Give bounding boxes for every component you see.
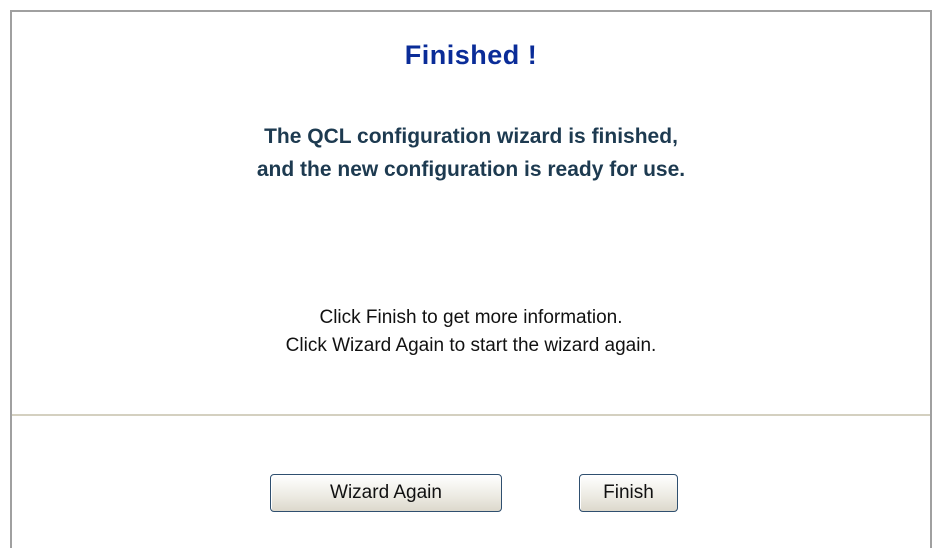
finish-button[interactable]: Finish — [579, 474, 678, 512]
page-title: Finished ! — [404, 40, 538, 70]
completion-message-line-2: and the new configuration is ready for u… — [256, 158, 686, 181]
completion-message-line-1: The QCL configuration wizard is finished… — [264, 125, 678, 148]
divider — [12, 414, 930, 416]
completion-message: The QCL configuration wizard is finished… — [12, 120, 930, 186]
instructions: Click Finish to get more information. Cl… — [12, 304, 930, 360]
instructions-line-2: Click Wizard Again to start the wizard a… — [285, 335, 657, 356]
instructions-line-1: Click Finish to get more information. — [319, 307, 623, 328]
wizard-again-button[interactable]: Wizard Again — [270, 474, 502, 512]
wizard-panel: Finished ! The QCL configuration wizard … — [10, 10, 932, 548]
